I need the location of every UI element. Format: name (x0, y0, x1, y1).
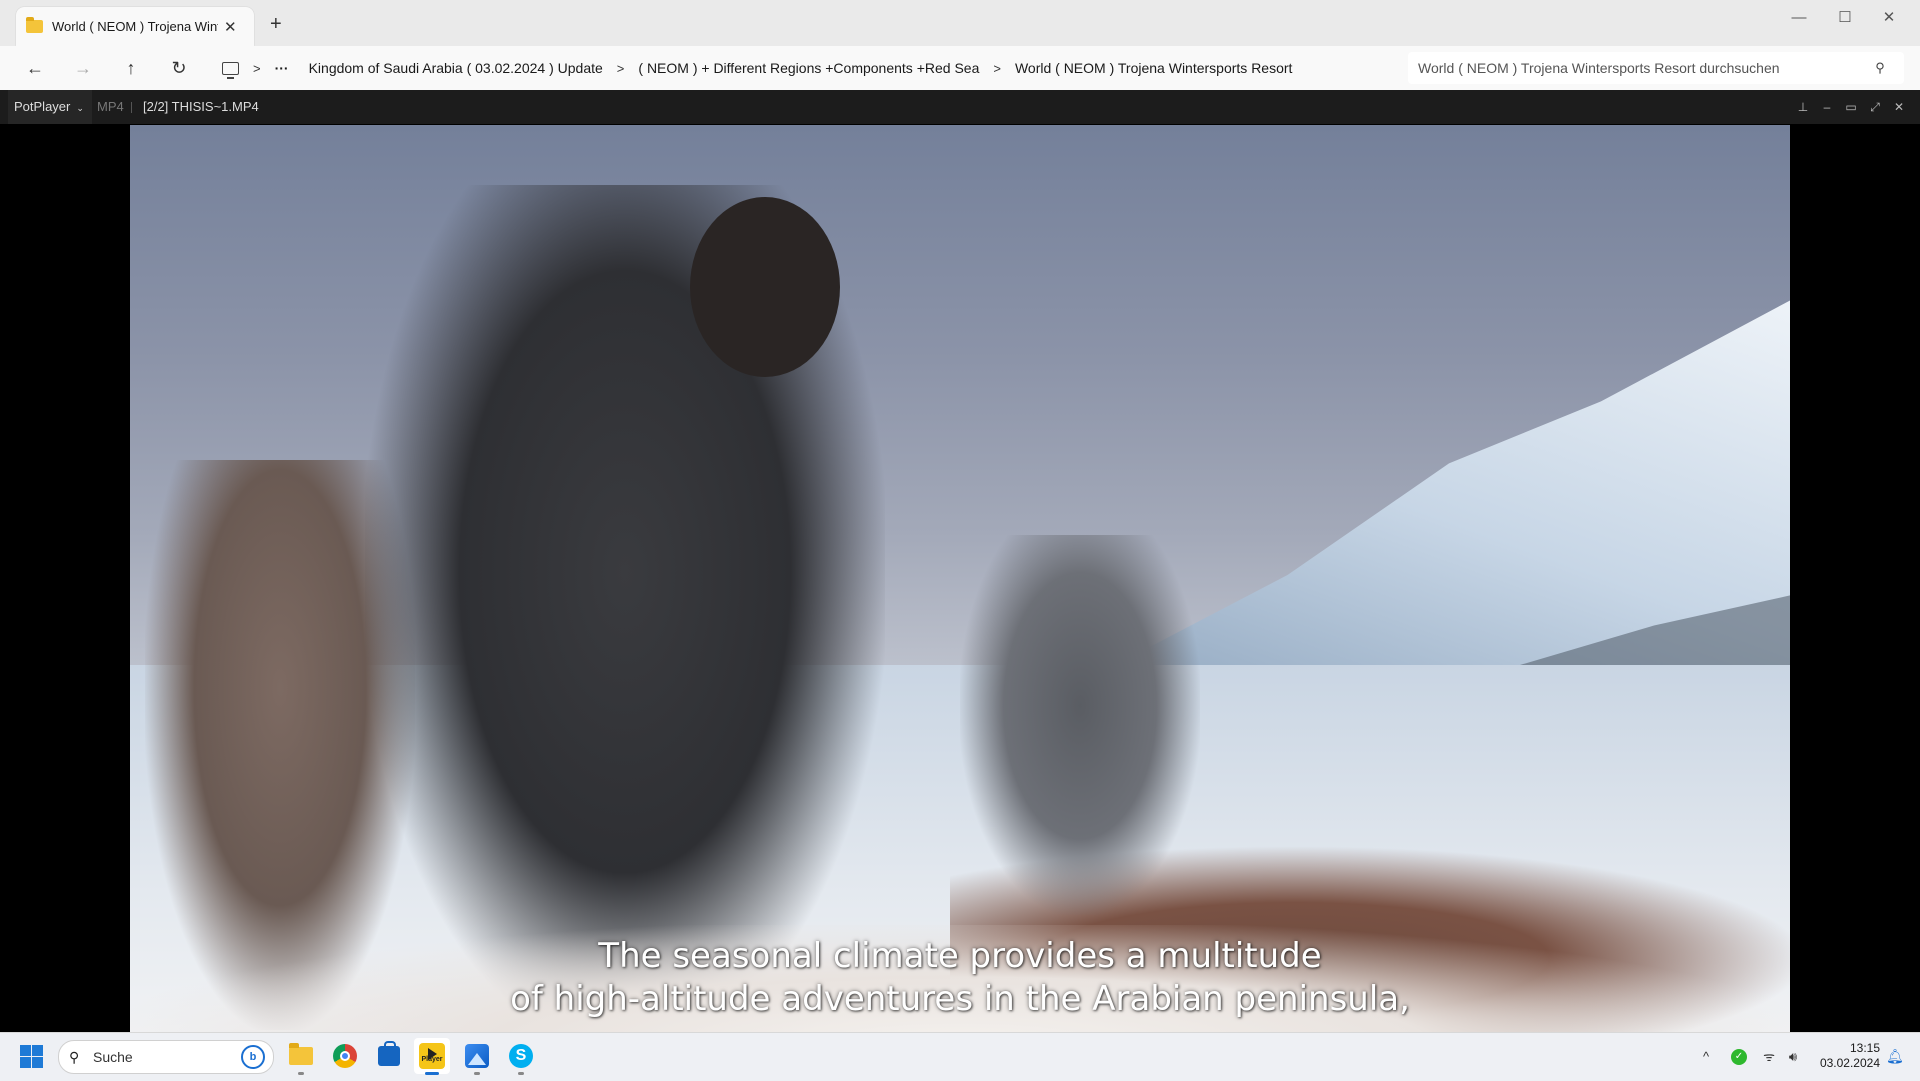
subtitle-line: of high-altitude adventures in the Arabi… (510, 979, 1410, 1019)
search-icon: ⚲ (69, 1048, 80, 1065)
start-button[interactable] (20, 1045, 43, 1068)
breadcrumb-separator-icon[interactable]: > (993, 61, 1001, 76)
new-tab-button[interactable]: + (270, 13, 282, 36)
volume-icon[interactable]: 🔊︎ (1782, 1033, 1804, 1081)
notification-bell-icon[interactable]: 🔔︎ (1886, 1048, 1904, 1064)
breadcrumb-separator-icon[interactable]: > (617, 61, 625, 76)
taskbar-file-explorer[interactable] (286, 1041, 316, 1075)
folder-search-input[interactable]: World ( NEOM ) Trojena Wintersports Reso… (1408, 52, 1904, 84)
file-format-label: MP4 (97, 99, 124, 114)
maximize-button[interactable]: ☐ (1822, 4, 1868, 32)
player-title-bar: PotPlayer ⌄ MP4 [2/2] THISIS~1.MP4 ⊥ – ▭ … (0, 90, 1920, 124)
back-button[interactable]: ← (20, 54, 50, 82)
explorer-tab[interactable]: World ( NEOM ) Trojena Winte ✕ (16, 7, 254, 46)
subtitle-line: The seasonal climate provides a multitud… (598, 936, 1322, 976)
chevron-down-icon: ⌄ (76, 103, 84, 113)
breadcrumb-item-saudi-arabia[interactable]: Kingdom of Saudi Arabia ( 03.02.2024 ) U… (309, 60, 603, 76)
potplayer-menu-button[interactable]: PotPlayer ⌄ (8, 90, 92, 124)
player-minimize-button[interactable]: – (1816, 90, 1838, 124)
up-button[interactable]: ↑ (116, 54, 146, 82)
windows-logo-icon (20, 1045, 31, 1056)
microsoft-store-icon (378, 1041, 400, 1066)
clock-date: 03.02.2024 (1819, 1056, 1880, 1070)
running-indicator (298, 1072, 304, 1075)
running-indicator (474, 1072, 480, 1075)
potplayer-icon: Player (419, 1043, 445, 1069)
windows-logo-icon (20, 1057, 31, 1068)
taskbar-skype[interactable]: S (506, 1041, 536, 1075)
active-indicator (425, 1072, 439, 1075)
chrome-icon (333, 1044, 357, 1068)
taskbar-potplayer[interactable]: Player (414, 1038, 450, 1075)
tab-strip: World ( NEOM ) Trojena Winte ✕ + — ☐ ✕ (0, 0, 1920, 46)
taskbar: ⚲ Suche b Player S ^ ✓ ᯤ 🔊︎ 13:15 03.02.… (0, 1032, 1920, 1081)
security-shield-icon[interactable]: ✓ (1731, 1049, 1747, 1065)
pin-icon[interactable]: ⊥ (1792, 90, 1814, 124)
refresh-button[interactable]: ↻ (164, 54, 194, 82)
file-name-label: [2/2] THISIS~1.MP4 (143, 99, 259, 114)
breadcrumb: > ··· Kingdom of Saudi Arabia ( 03.02.20… (212, 52, 1397, 84)
clock-time: 13:15 (1849, 1041, 1880, 1055)
windows-logo-icon (32, 1057, 43, 1068)
minimize-button[interactable]: — (1776, 4, 1822, 32)
navigation-bar: ← → ↑ ↻ > ··· Kingdom of Saudi Arabia ( … (0, 46, 1920, 91)
breadcrumb-overflow-button[interactable]: ··· (275, 60, 289, 76)
breadcrumb-item-trojena[interactable]: World ( NEOM ) Trojena Wintersports Reso… (1015, 60, 1292, 76)
show-hidden-icons-chevron-icon[interactable]: ^ (1698, 1033, 1714, 1081)
tab-close-icon[interactable]: ✕ (224, 18, 237, 36)
child-throwing-snow (960, 535, 1200, 915)
clock[interactable]: 13:15 03.02.2024 (1808, 1041, 1880, 1071)
search-placeholder: World ( NEOM ) Trojena Wintersports Reso… (1418, 60, 1780, 76)
bing-icon[interactable]: b (241, 1045, 265, 1069)
player-close-button[interactable]: ✕ (1888, 90, 1910, 124)
forward-button[interactable]: → (68, 54, 98, 82)
taskbar-search-box[interactable]: ⚲ Suche b (58, 1040, 274, 1074)
running-indicator (518, 1072, 524, 1075)
this-pc-icon[interactable] (222, 61, 239, 79)
player-brand-label: PotPlayer (14, 99, 71, 114)
windows-logo-icon (32, 1045, 43, 1056)
taskbar-store[interactable] (374, 1041, 404, 1071)
breadcrumb-separator-icon[interactable]: > (253, 61, 261, 76)
taskbar-photos[interactable] (462, 1041, 492, 1075)
taskbar-chrome[interactable] (330, 1041, 360, 1071)
skype-icon: S (509, 1044, 533, 1068)
fullscreen-icon[interactable]: ⤢ (1864, 90, 1886, 124)
title-divider (131, 102, 132, 113)
wifi-icon[interactable]: ᯤ (1760, 1033, 1778, 1081)
close-window-button[interactable]: ✕ (1866, 4, 1912, 32)
subtitle-text: The seasonal climate provides a multitud… (130, 935, 1790, 1021)
taskbar-search-label: Suche (93, 1049, 133, 1065)
file-explorer-icon (289, 1043, 313, 1065)
breadcrumb-item-neom-regions[interactable]: ( NEOM ) + Different Regions +Components… (638, 60, 979, 76)
photos-icon (465, 1044, 489, 1068)
search-icon[interactable]: ⚲ (1870, 60, 1890, 76)
player-maximize-button[interactable]: ▭ (1840, 90, 1862, 124)
folder-icon (26, 17, 43, 33)
man-head (690, 197, 840, 377)
video-frame[interactable]: The seasonal climate provides a multitud… (130, 125, 1790, 1032)
file-explorer-window: World ( NEOM ) Trojena Winte ✕ + — ☐ ✕ ←… (0, 0, 1920, 91)
tab-title: World ( NEOM ) Trojena Winte (52, 19, 218, 34)
